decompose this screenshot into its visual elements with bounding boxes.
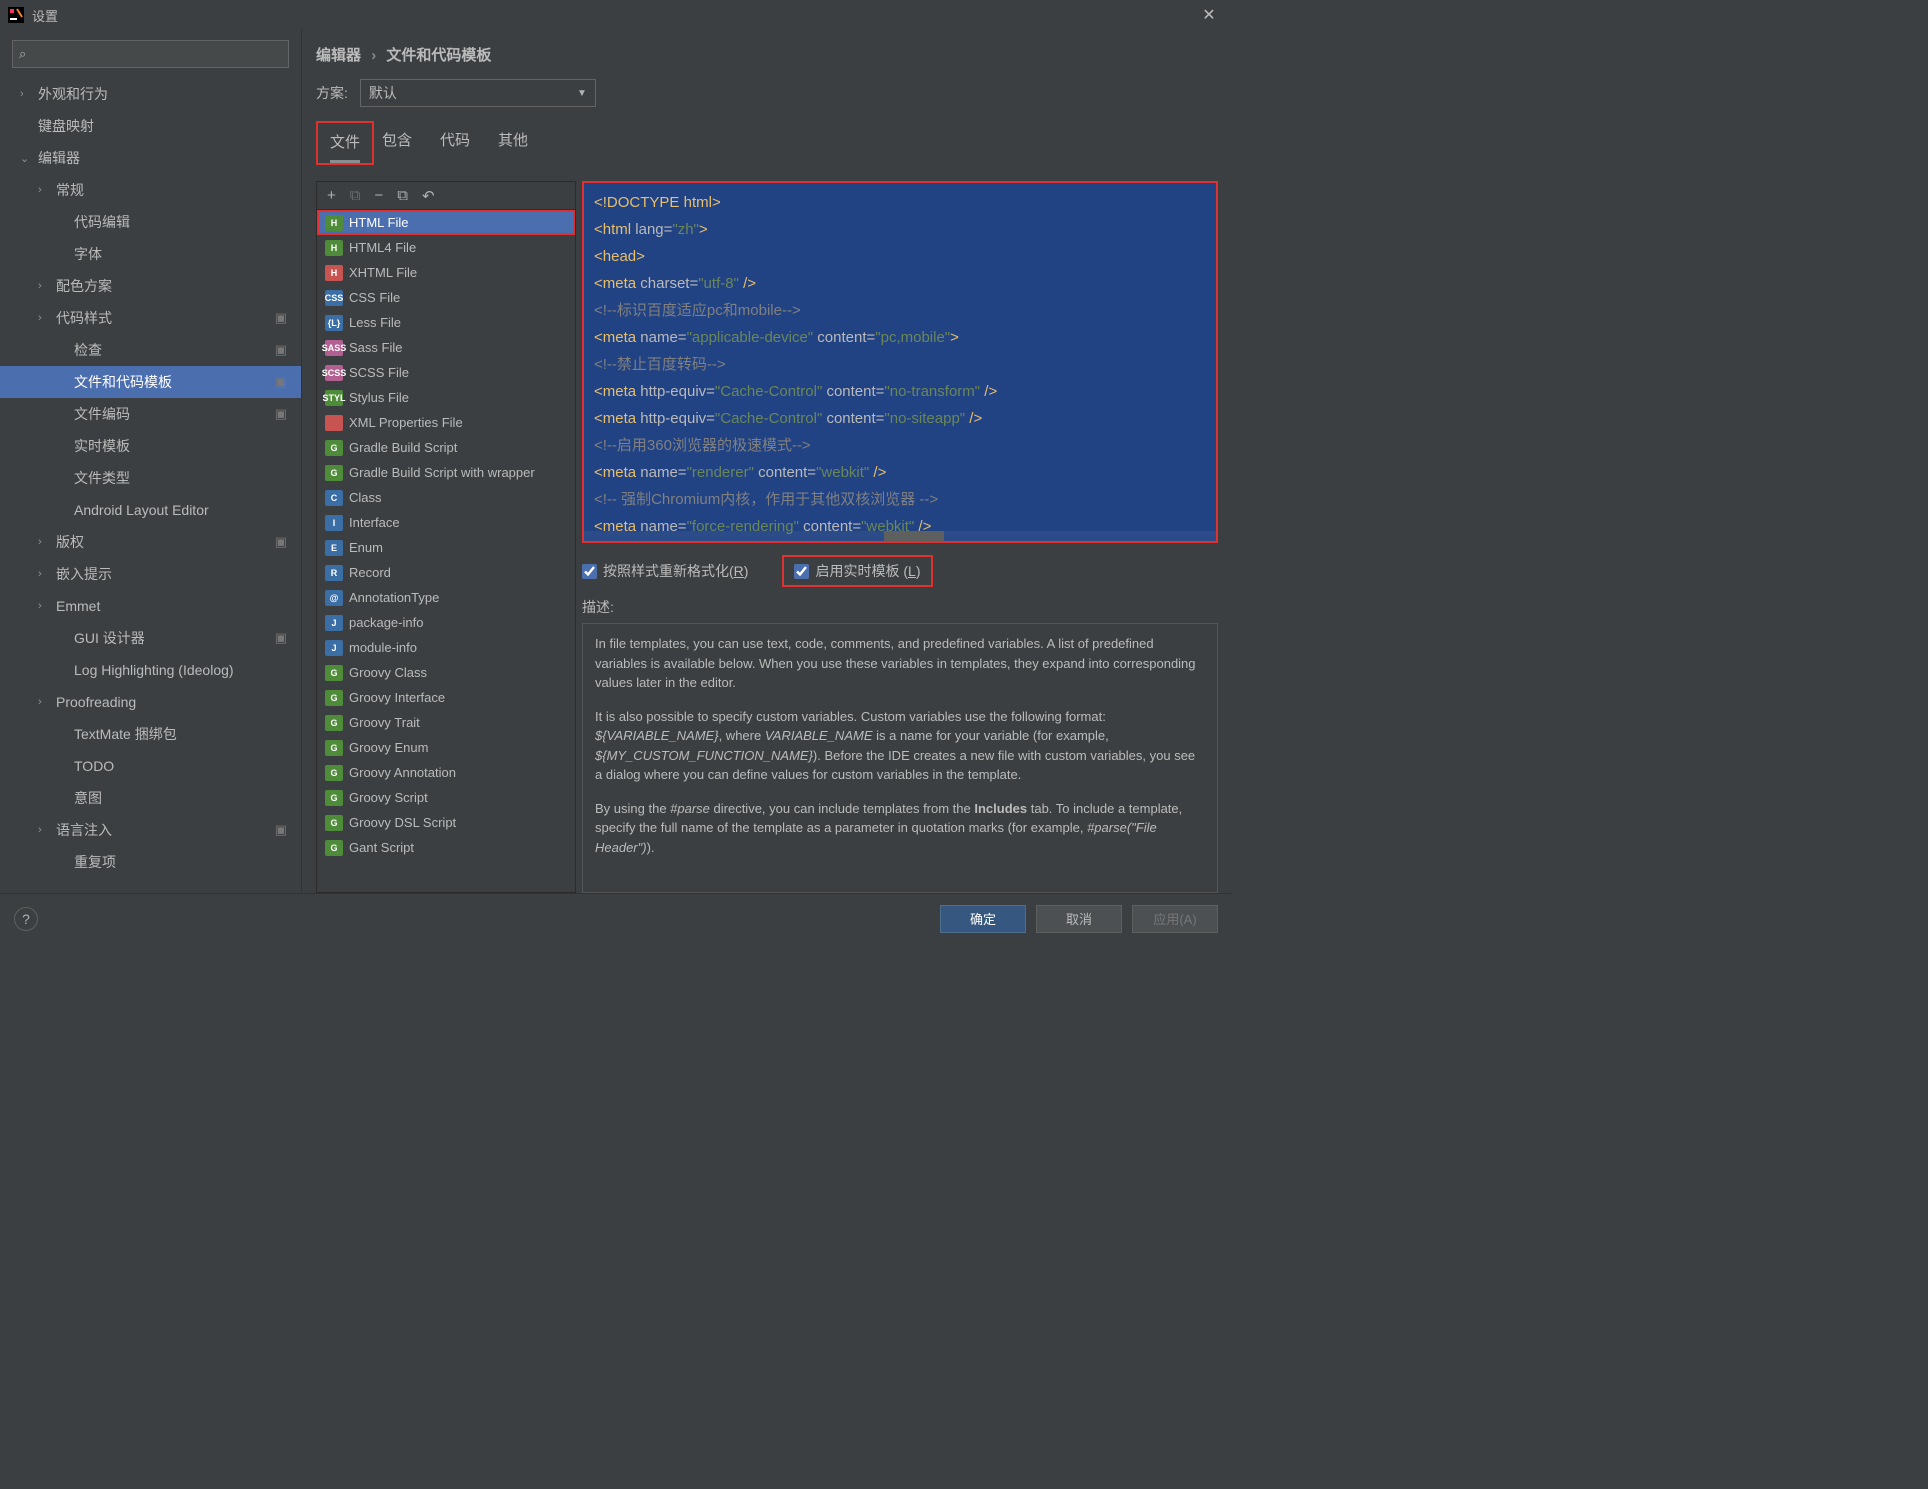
template-file-item[interactable]: GGradle Build Script bbox=[317, 435, 575, 460]
template-file-item[interactable]: GGroovy Script bbox=[317, 785, 575, 810]
settings-sidebar: ⌕ ›外观和行为键盘映射⌄编辑器›常规代码编辑字体›配色方案›代码样式▣检查▣文… bbox=[0, 30, 302, 893]
description-label: 描述: bbox=[582, 597, 1218, 617]
sidebar-item[interactable]: 文件编码▣ bbox=[0, 398, 301, 430]
template-file-item[interactable]: @AnnotationType bbox=[317, 585, 575, 610]
chevron-down-icon: ▼ bbox=[577, 88, 587, 99]
copy-disabled-button: ⧉ bbox=[350, 187, 361, 204]
template-file-item[interactable]: GGroovy Annotation bbox=[317, 760, 575, 785]
tab-includes[interactable]: 包含 bbox=[382, 129, 412, 158]
sidebar-item[interactable]: Log Highlighting (Ideolog) bbox=[0, 654, 301, 686]
template-file-item[interactable]: IInterface bbox=[317, 510, 575, 535]
tab-files[interactable]: 文件 bbox=[330, 131, 360, 163]
template-file-item[interactable]: CSSCSS File bbox=[317, 285, 575, 310]
sidebar-item[interactable]: ›配色方案 bbox=[0, 270, 301, 302]
sidebar-item[interactable]: 重复项 bbox=[0, 846, 301, 878]
template-file-item[interactable]: GGroovy DSL Script bbox=[317, 810, 575, 835]
template-file-item[interactable]: CClass bbox=[317, 485, 575, 510]
template-file-item[interactable]: HHTML File bbox=[317, 210, 575, 235]
cancel-button[interactable]: 取消 bbox=[1036, 905, 1122, 933]
help-button[interactable]: ? bbox=[14, 907, 38, 931]
scheme-select[interactable]: 默认 ▼ bbox=[360, 79, 596, 107]
template-file-item[interactable]: GGradle Build Script with wrapper bbox=[317, 460, 575, 485]
sidebar-item[interactable]: TextMate 捆绑包 bbox=[0, 718, 301, 750]
reformat-checkbox[interactable]: 按照样式重新格式化(R) bbox=[582, 561, 748, 581]
template-file-item[interactable]: STYLStylus File bbox=[317, 385, 575, 410]
template-file-item[interactable]: GGroovy Trait bbox=[317, 710, 575, 735]
sidebar-item[interactable]: 代码编辑 bbox=[0, 206, 301, 238]
template-list-pane: + ⧉ − ⧉ ↶ HHTML FileHHTML4 FileHXHTML Fi… bbox=[316, 181, 576, 893]
breadcrumb: 编辑器 › 文件和代码模板 bbox=[316, 44, 1218, 65]
search-input[interactable]: ⌕ bbox=[12, 40, 289, 68]
sidebar-item[interactable]: ›版权▣ bbox=[0, 526, 301, 558]
app-icon bbox=[8, 7, 24, 23]
sidebar-item[interactable]: 键盘映射 bbox=[0, 110, 301, 142]
description-box[interactable]: In file templates, you can use text, cod… bbox=[582, 623, 1218, 893]
close-icon[interactable]: ✕ bbox=[1194, 5, 1224, 25]
sidebar-item[interactable]: ›代码样式▣ bbox=[0, 302, 301, 334]
search-icon: ⌕ bbox=[19, 46, 26, 62]
template-toolbar: + ⧉ − ⧉ ↶ bbox=[317, 182, 575, 210]
template-file-item[interactable]: GGant Script bbox=[317, 835, 575, 860]
remove-button[interactable]: − bbox=[374, 187, 383, 204]
apply-button: 应用(A) bbox=[1132, 905, 1218, 933]
tab-other[interactable]: 其他 bbox=[498, 129, 528, 158]
sidebar-item[interactable]: ›嵌入提示 bbox=[0, 558, 301, 590]
template-file-item[interactable]: RRecord bbox=[317, 560, 575, 585]
sidebar-item[interactable]: 检查▣ bbox=[0, 334, 301, 366]
template-file-item[interactable]: {L}Less File bbox=[317, 310, 575, 335]
copy-button[interactable]: ⧉ bbox=[397, 187, 408, 204]
template-file-item[interactable]: HHTML4 File bbox=[317, 235, 575, 260]
titlebar: 设置 ✕ bbox=[0, 0, 1232, 30]
template-code-editor[interactable]: <!DOCTYPE html><html lang="zh"><head> <m… bbox=[582, 181, 1218, 543]
scheme-label: 方案: bbox=[316, 83, 348, 103]
template-file-item[interactable]: Jpackage-info bbox=[317, 610, 575, 635]
template-file-item[interactable]: EEnum bbox=[317, 535, 575, 560]
sidebar-item[interactable]: ›语言注入▣ bbox=[0, 814, 301, 846]
template-file-item[interactable]: SCSSSCSS File bbox=[317, 360, 575, 385]
template-file-list[interactable]: HHTML FileHHTML4 FileHXHTML FileCSSCSS F… bbox=[317, 210, 575, 892]
tab-code[interactable]: 代码 bbox=[440, 129, 470, 158]
sidebar-item[interactable]: 文件和代码模板▣ bbox=[0, 366, 301, 398]
sidebar-item[interactable]: ›外观和行为 bbox=[0, 78, 301, 110]
sidebar-item[interactable]: Android Layout Editor bbox=[0, 494, 301, 526]
add-button[interactable]: + bbox=[327, 187, 336, 204]
settings-tree[interactable]: ›外观和行为键盘映射⌄编辑器›常规代码编辑字体›配色方案›代码样式▣检查▣文件和… bbox=[0, 74, 301, 893]
template-file-item[interactable]: HXHTML File bbox=[317, 260, 575, 285]
window-title: 设置 bbox=[32, 6, 1194, 25]
template-file-item[interactable]: GGroovy Class bbox=[317, 660, 575, 685]
sidebar-item[interactable]: ›Emmet bbox=[0, 590, 301, 622]
sidebar-item[interactable]: 字体 bbox=[0, 238, 301, 270]
sidebar-item[interactable]: 意图 bbox=[0, 782, 301, 814]
sidebar-item[interactable]: GUI 设计器▣ bbox=[0, 622, 301, 654]
template-file-item[interactable]: SASSSass File bbox=[317, 335, 575, 360]
live-template-checkbox[interactable]: 启用实时模板 (L) bbox=[782, 555, 932, 587]
dialog-footer: ? 确定 取消 应用(A) bbox=[0, 893, 1232, 943]
undo-button[interactable]: ↶ bbox=[422, 187, 435, 205]
sidebar-item[interactable]: ⌄编辑器 bbox=[0, 142, 301, 174]
template-file-item[interactable]: Jmodule-info bbox=[317, 635, 575, 660]
template-file-item[interactable]: XML Properties File bbox=[317, 410, 575, 435]
sidebar-item[interactable]: 实时模板 bbox=[0, 430, 301, 462]
ok-button[interactable]: 确定 bbox=[940, 905, 1026, 933]
template-file-item[interactable]: GGroovy Enum bbox=[317, 735, 575, 760]
sidebar-item[interactable]: ›Proofreading bbox=[0, 686, 301, 718]
sidebar-item[interactable]: ›常规 bbox=[0, 174, 301, 206]
template-file-item[interactable]: GGroovy Interface bbox=[317, 685, 575, 710]
sidebar-item[interactable]: 文件类型 bbox=[0, 462, 301, 494]
sidebar-item[interactable]: TODO bbox=[0, 750, 301, 782]
